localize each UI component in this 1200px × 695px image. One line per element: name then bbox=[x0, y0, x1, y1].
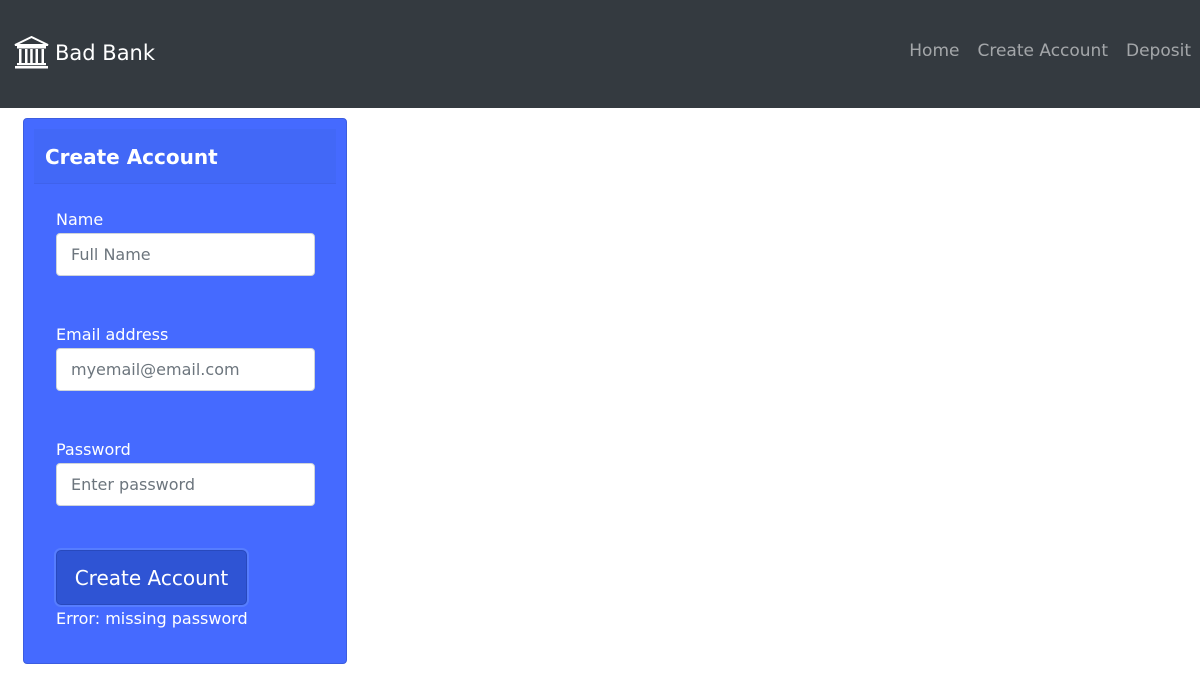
create-account-button[interactable]: Create Account bbox=[56, 550, 247, 605]
email-input[interactable] bbox=[56, 348, 315, 391]
name-label: Name bbox=[56, 210, 104, 229]
top-navbar: Bad Bank Home Create Account Deposit bbox=[0, 0, 1200, 108]
password-label: Password bbox=[56, 440, 131, 459]
error-message: Error: missing password bbox=[56, 609, 248, 628]
nav-links: Home Create Account Deposit bbox=[891, 41, 1191, 61]
brand-link[interactable]: Bad Bank bbox=[14, 36, 155, 69]
brand-label: Bad Bank bbox=[55, 40, 156, 65]
password-input[interactable] bbox=[56, 463, 315, 506]
nav-link-deposit[interactable]: Deposit bbox=[1126, 41, 1191, 61]
bank-icon bbox=[14, 36, 49, 69]
create-account-card: Create Account Name Email address Passwo… bbox=[23, 118, 347, 664]
email-label: Email address bbox=[56, 325, 169, 344]
card-title: Create Account bbox=[45, 145, 218, 169]
nav-link-create-account[interactable]: Create Account bbox=[977, 41, 1108, 61]
nav-link-home[interactable]: Home bbox=[909, 41, 959, 61]
name-input[interactable] bbox=[56, 233, 315, 276]
